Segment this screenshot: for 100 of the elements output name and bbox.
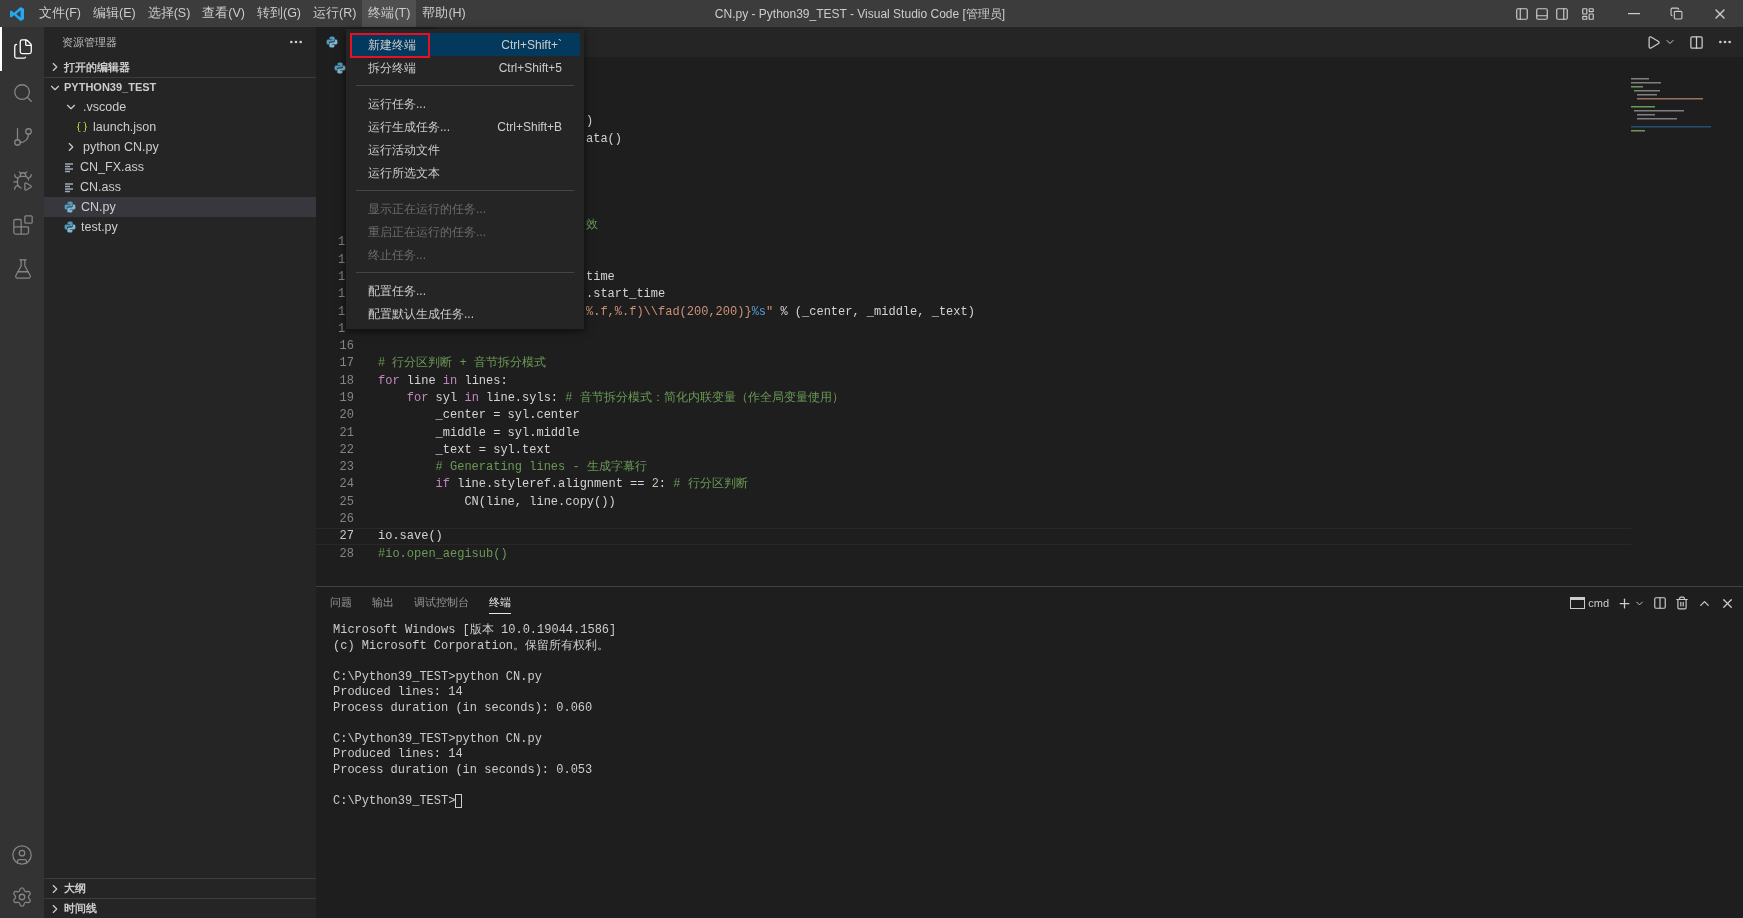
menu-item[interactable]: 运行所选文本 <box>350 161 580 184</box>
python-icon <box>326 36 338 48</box>
code-line: ) <box>586 113 594 131</box>
python-icon <box>64 201 76 213</box>
sidebar-title: 资源管理器 <box>62 34 117 50</box>
line-number: 1 <box>338 303 346 321</box>
window-title: CN.py - Python39_TEST - Visual Studio Code [管理员] <box>713 5 1007 23</box>
menu-bar-item[interactable]: 转到(G) <box>251 0 308 27</box>
line-number: 27 <box>339 528 354 546</box>
split-terminal-icon[interactable] <box>1653 596 1667 610</box>
code-line: # 行分区判断 + 音节拆分模式 <box>378 355 546 373</box>
panel-tab[interactable]: 输出 <box>372 592 394 614</box>
terminal-line: Produced lines: 14 <box>333 685 463 701</box>
branch-icon <box>12 126 34 148</box>
menu-item[interactable]: 运行活动文件 <box>350 138 580 161</box>
python-icon <box>334 61 346 74</box>
flask-icon <box>12 258 34 280</box>
code-line: %.f,%.f)\\fad(200,200)}%s" % (_center, _middle, _text) <box>586 303 975 321</box>
terminal-line: Microsoft Windows [版本 10.0.19044.1586] <box>333 623 617 639</box>
line-number: 1 <box>338 251 346 269</box>
section-header[interactable]: 打开的编辑器 <box>44 57 316 77</box>
panel-tab[interactable]: 终端 <box>489 592 511 614</box>
panel-tab[interactable]: 调试控制台 <box>414 592 469 614</box>
menu-bar-item[interactable]: 选择(S) <box>141 0 197 27</box>
line-number: 20 <box>339 407 354 425</box>
menu-item[interactable]: 运行生成任务... Ctrl+Shift+B <box>350 115 580 138</box>
menu-bar-item[interactable]: 终端(T) <box>362 0 417 27</box>
code-line: for line in lines: <box>378 372 508 390</box>
layout-icon[interactable] <box>1581 6 1595 21</box>
terminal-cursor <box>455 794 463 809</box>
code-line: .start_time <box>586 286 666 304</box>
files-icon <box>12 38 34 60</box>
section-header[interactable]: 大纲 <box>44 878 316 898</box>
panel-right-icon[interactable] <box>1555 6 1569 21</box>
restore-icon <box>1669 7 1683 20</box>
minimize-icon <box>1628 12 1640 15</box>
line-number: 23 <box>339 459 354 477</box>
panel-tab[interactable]: 问题 <box>330 592 352 614</box>
file-tree-item[interactable]: launch.json <box>44 117 316 137</box>
settings-icon <box>11 886 33 908</box>
section-header[interactable]: PYTHON39_TEST <box>44 77 316 97</box>
run-icon[interactable] <box>1646 34 1661 50</box>
terminal-line: Process duration (in seconds): 0.053 <box>333 762 593 778</box>
menu-bar-item[interactable]: 帮助(H) <box>416 0 472 27</box>
line-number: 19 <box>339 390 354 407</box>
section-header[interactable]: 时间线 <box>44 898 316 918</box>
line-number: 1 <box>338 286 346 304</box>
code-line: io.save() <box>378 528 443 546</box>
terminal-line: C:\Python39_TEST>python CN.py <box>333 731 542 747</box>
line-number: 24 <box>339 476 354 494</box>
terminal-icon <box>1570 597 1586 609</box>
file-tree-item[interactable]: .vscode <box>44 97 316 117</box>
trash-icon[interactable] <box>1675 596 1689 610</box>
line-number: 18 <box>339 372 354 390</box>
menu-item[interactable]: 运行任务... <box>350 92 580 115</box>
menu-item[interactable]: 新建终端 Ctrl+Shift+` <box>350 33 580 56</box>
code-line: CN(line, line.copy()) <box>463 493 616 511</box>
account-icon <box>11 844 33 866</box>
menu-item[interactable]: 拆分终端 Ctrl+Shift+5 <box>350 56 580 79</box>
menu-bar-item[interactable]: 编辑(E) <box>86 0 142 27</box>
python-icon <box>64 221 76 233</box>
code-line: 效 <box>586 217 598 235</box>
file-tree-item[interactable]: CN_FX.ass <box>44 157 316 177</box>
terminal-prompt: C:\Python39_TEST> <box>333 793 456 809</box>
line-number: 26 <box>339 511 354 529</box>
line-number: 21 <box>339 424 354 442</box>
menu-bar-item[interactable]: 文件(F) <box>33 0 87 27</box>
plus-icon[interactable] <box>1617 595 1632 611</box>
terminal-name[interactable]: cmd <box>1588 594 1609 612</box>
lines-icon <box>64 181 75 193</box>
panel-bottom-icon[interactable] <box>1535 6 1549 21</box>
code-line: time <box>586 268 615 286</box>
line-number: 17 <box>339 355 354 373</box>
split-editor-icon[interactable] <box>1689 34 1704 50</box>
line-number: 22 <box>339 441 354 459</box>
code-line: _center = syl.center <box>434 407 580 425</box>
menu-item[interactable]: 配置任务... <box>350 279 580 302</box>
bug-play-icon <box>12 170 34 192</box>
code-line: ata() <box>586 130 622 148</box>
code-line: _text = syl.text <box>434 441 551 459</box>
line-number: 28 <box>339 545 354 563</box>
file-tree-item[interactable]: CN.py <box>44 197 316 217</box>
code-line: #io.open_aegisub() <box>378 545 508 563</box>
menu-item[interactable]: 配置默认生成任务... <box>350 302 580 325</box>
lines-icon <box>64 161 75 173</box>
menu-bar-item[interactable]: 查看(V) <box>196 0 251 27</box>
line-number: 1 <box>338 234 346 252</box>
file-tree-item[interactable]: test.py <box>44 217 316 237</box>
line-number: 16 <box>339 338 354 356</box>
code-line: _middle = syl.middle <box>434 424 580 442</box>
panel-left-icon[interactable] <box>1515 6 1529 21</box>
terminal-line: (c) Microsoft Corporation。保留所有权利。 <box>333 638 610 654</box>
terminal-line: C:\Python39_TEST>python CN.py <box>333 669 542 685</box>
menu-bar-item[interactable]: 运行(R) <box>307 0 363 27</box>
line-number: 1 <box>338 320 346 338</box>
file-tree-item[interactable]: python CN.py <box>44 137 316 157</box>
line-number: 25 <box>339 493 354 511</box>
file-tree-item[interactable]: CN.ass <box>44 177 316 197</box>
line-number: 1 <box>338 268 346 286</box>
terminal-line: Produced lines: 14 <box>333 747 463 763</box>
